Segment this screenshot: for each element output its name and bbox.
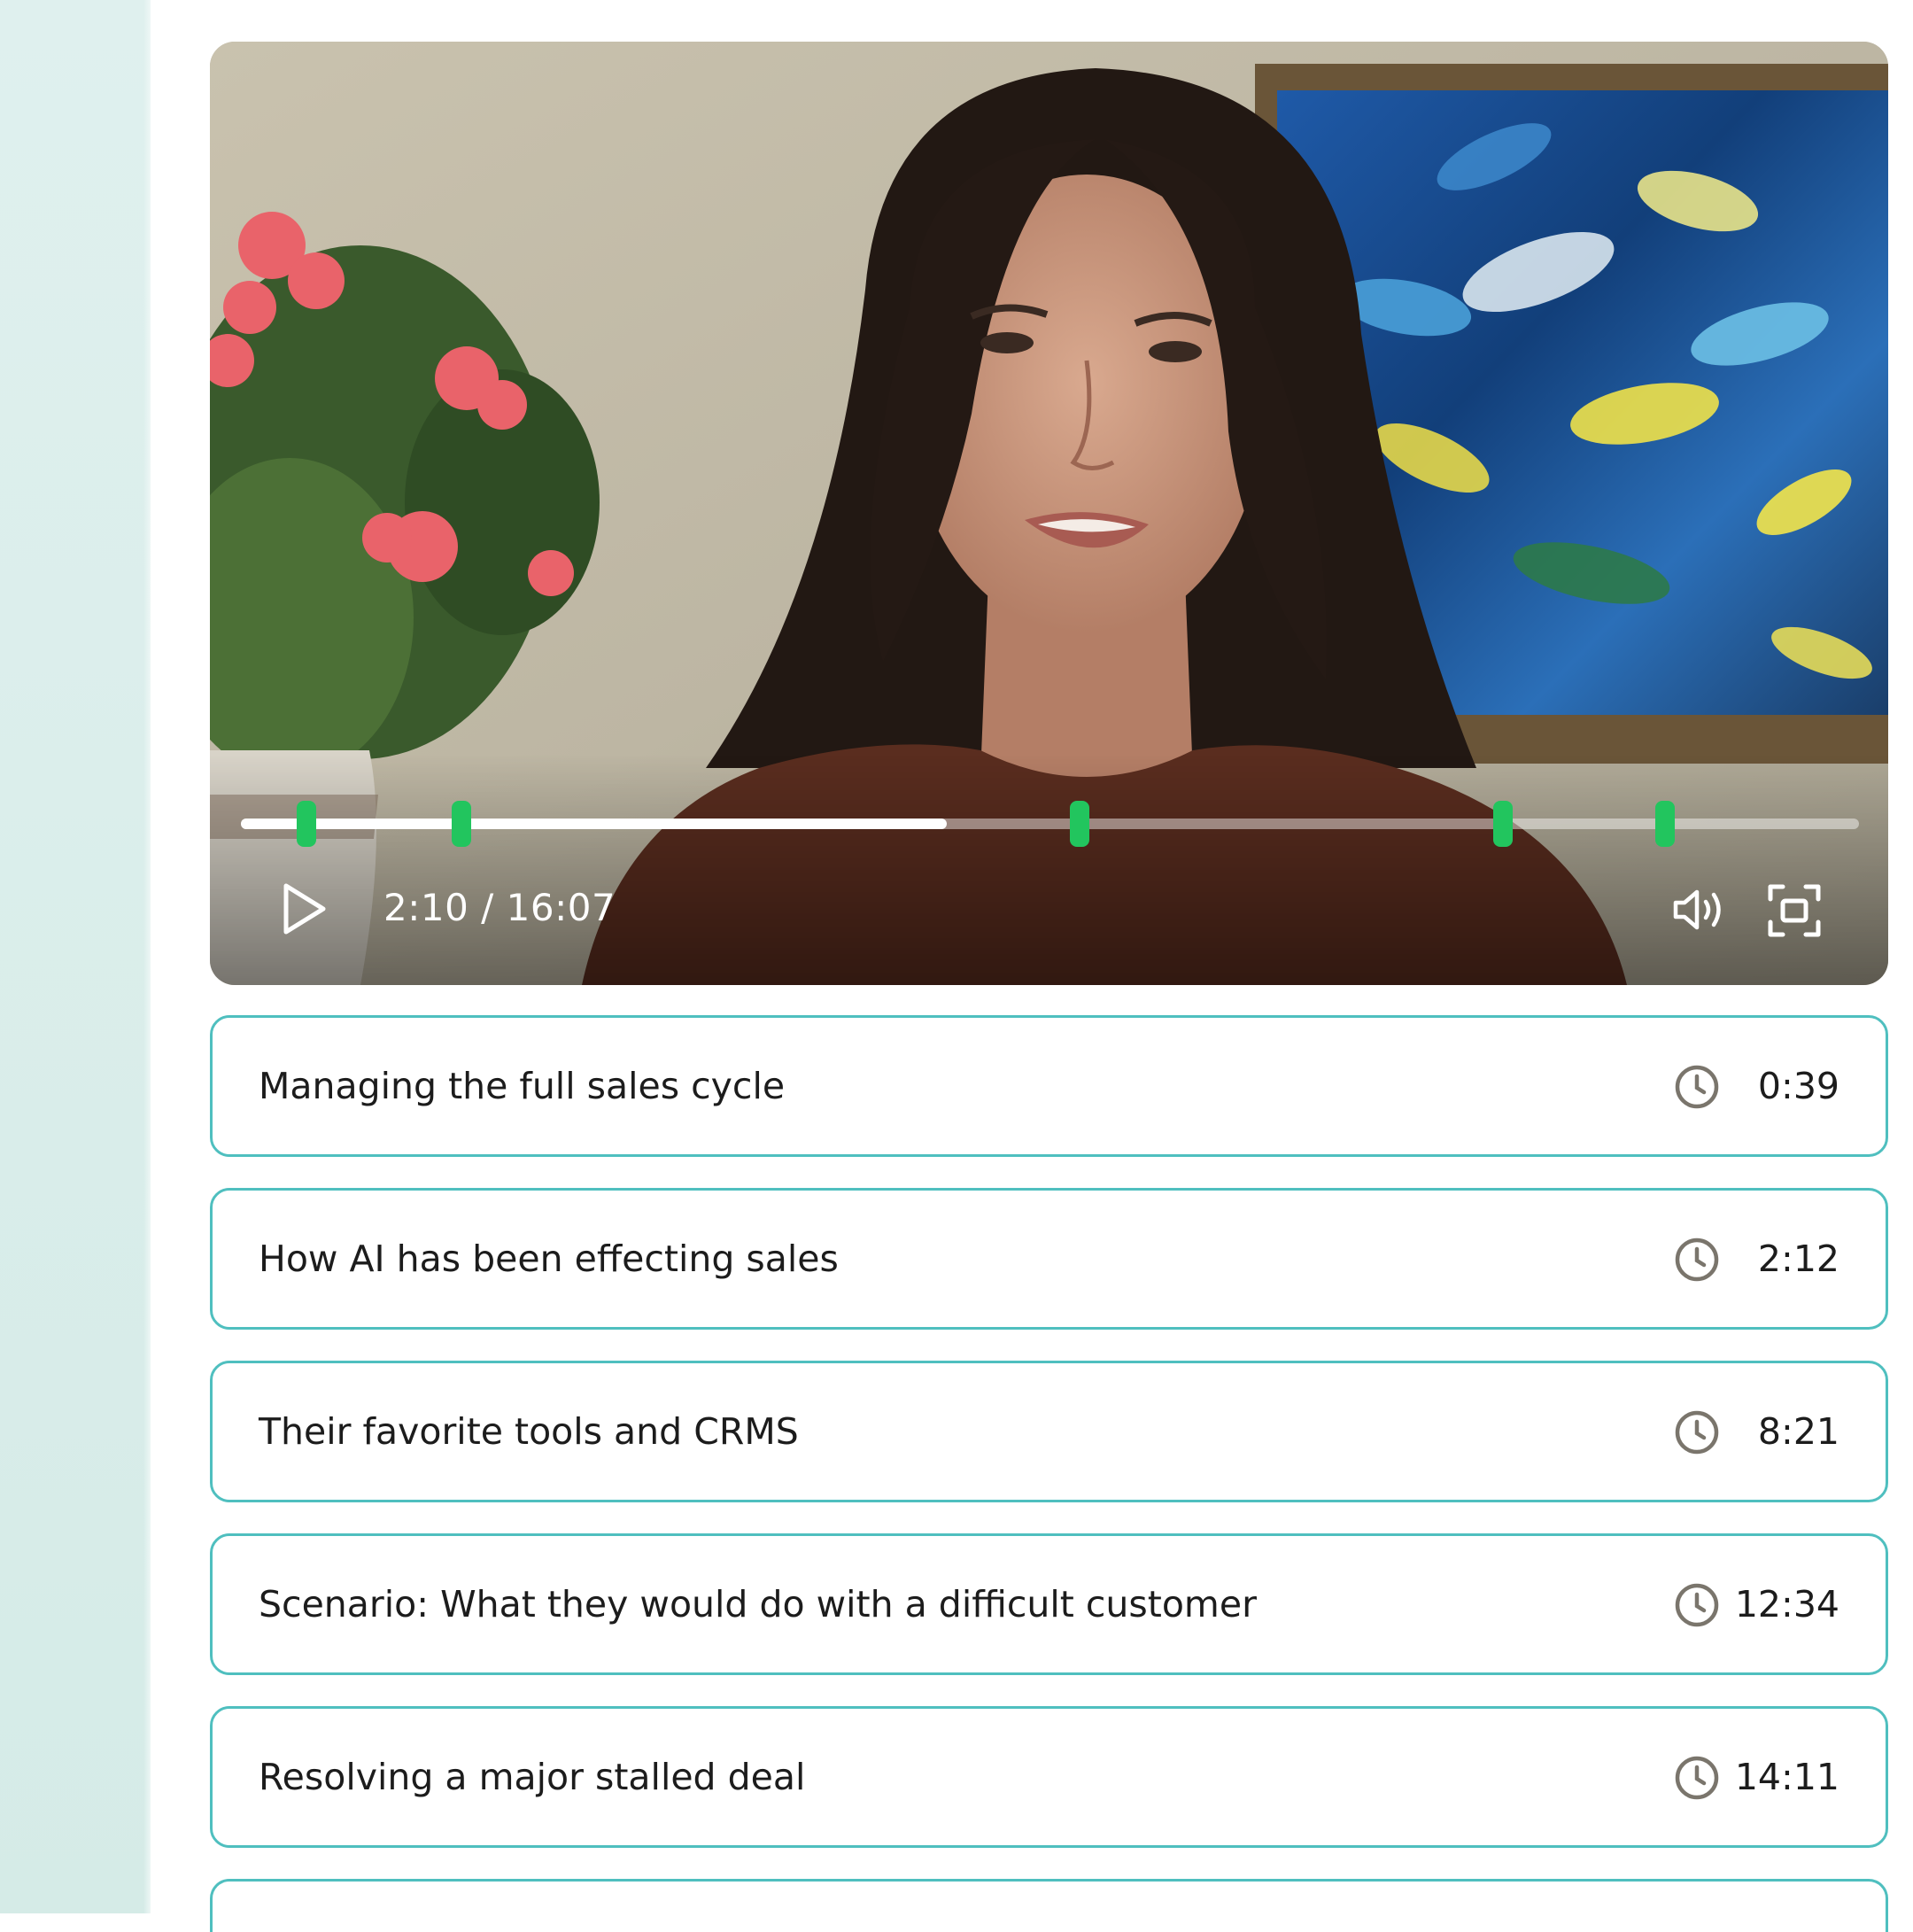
- clock-icon: [1675, 1756, 1719, 1800]
- chapter-item[interactable]: How AI has been effecting sales 2:12: [210, 1188, 1888, 1330]
- chapter-title: Managing the full sales cycle: [259, 1065, 786, 1107]
- chapter-item[interactable]: Managing the full sales cycle 0:39: [210, 1015, 1888, 1157]
- left-sidebar: [0, 0, 151, 1913]
- chapter-timestamp: 8:21: [1757, 1410, 1839, 1453]
- chapter-timestamp: 2:12: [1757, 1238, 1839, 1280]
- chapter-item[interactable]: Their favorite tools and CRMS 8:21: [210, 1361, 1888, 1502]
- clock-icon: [1675, 1065, 1719, 1109]
- video-player[interactable]: 2:10 / 16:07: [210, 42, 1888, 985]
- clock-icon: [1675, 1238, 1719, 1282]
- chapter-list: Managing the full sales cycle 0:39 How A…: [210, 1015, 1888, 1932]
- chapter-title: Resolving a major stalled deal: [259, 1756, 806, 1798]
- volume-icon: [1673, 889, 1721, 930]
- volume-button[interactable]: [1672, 886, 1729, 934]
- chapter-item[interactable]: Scenario: What they would do with a diff…: [210, 1533, 1888, 1675]
- chapter-item[interactable]: Resolving a major stalled deal 14:11: [210, 1706, 1888, 1848]
- clock-icon: [1675, 1410, 1719, 1455]
- time-display: 2:10 / 16:07: [383, 886, 616, 929]
- chapter-timestamp: 14:11: [1734, 1756, 1839, 1798]
- chapter-marker[interactable]: [1654, 801, 1675, 847]
- chapter-marker[interactable]: [1492, 801, 1513, 847]
- clock-icon: [1675, 1583, 1719, 1627]
- chapter-title: How AI has been effecting sales: [259, 1238, 839, 1280]
- progress-track[interactable]: [241, 801, 1859, 847]
- chapter-marker[interactable]: [1069, 801, 1089, 847]
- chapter-title: Scenario: What they would do with a diff…: [259, 1583, 1257, 1626]
- chapter-timestamp: 12:34: [1734, 1583, 1839, 1626]
- chapter-title: Their favorite tools and CRMS: [259, 1410, 799, 1453]
- controls-overlay: [210, 755, 1888, 985]
- play-button[interactable]: [279, 881, 329, 937]
- chapter-marker[interactable]: [452, 801, 472, 847]
- chapter-timestamp: 0:39: [1757, 1065, 1839, 1107]
- fullscreen-button[interactable]: [1767, 883, 1822, 938]
- chapter-marker[interactable]: [296, 801, 316, 847]
- fullscreen-icon: [1768, 884, 1821, 937]
- progress-played: [241, 819, 947, 829]
- chapter-item-partial[interactable]: [210, 1879, 1888, 1932]
- play-icon: [283, 883, 326, 935]
